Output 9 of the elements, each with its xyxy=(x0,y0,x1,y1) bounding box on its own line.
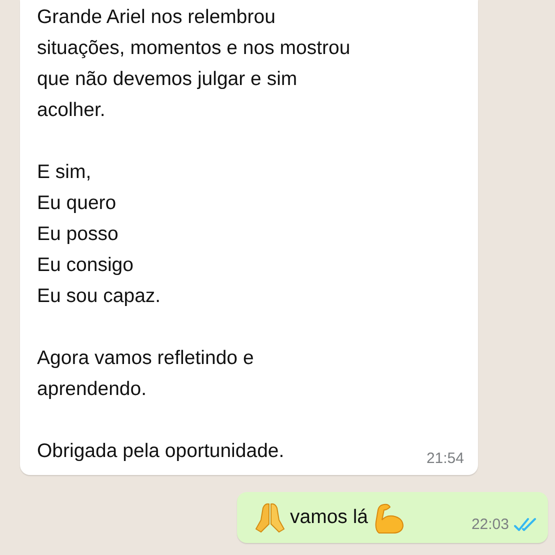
flexed-arm-icon xyxy=(373,502,406,534)
message-text: E sim, Eu quero Eu posso Eu consigo Eu sou capaz. xyxy=(37,160,162,309)
praying-hands-icon xyxy=(255,502,285,534)
message-text: Agora vamos refletindo e aprendendo. xyxy=(37,346,255,402)
message-time: 22:03 xyxy=(471,516,509,533)
message-text: Grande Ariel nos relembrou situações, momentos e nos mostrou que não devemos julgar e sim acolher. xyxy=(37,5,352,123)
message-time: 21:54 xyxy=(426,450,464,467)
message-text: vamos lá xyxy=(290,506,368,529)
message-text: Obrigada pela oportunidade. xyxy=(37,439,284,464)
